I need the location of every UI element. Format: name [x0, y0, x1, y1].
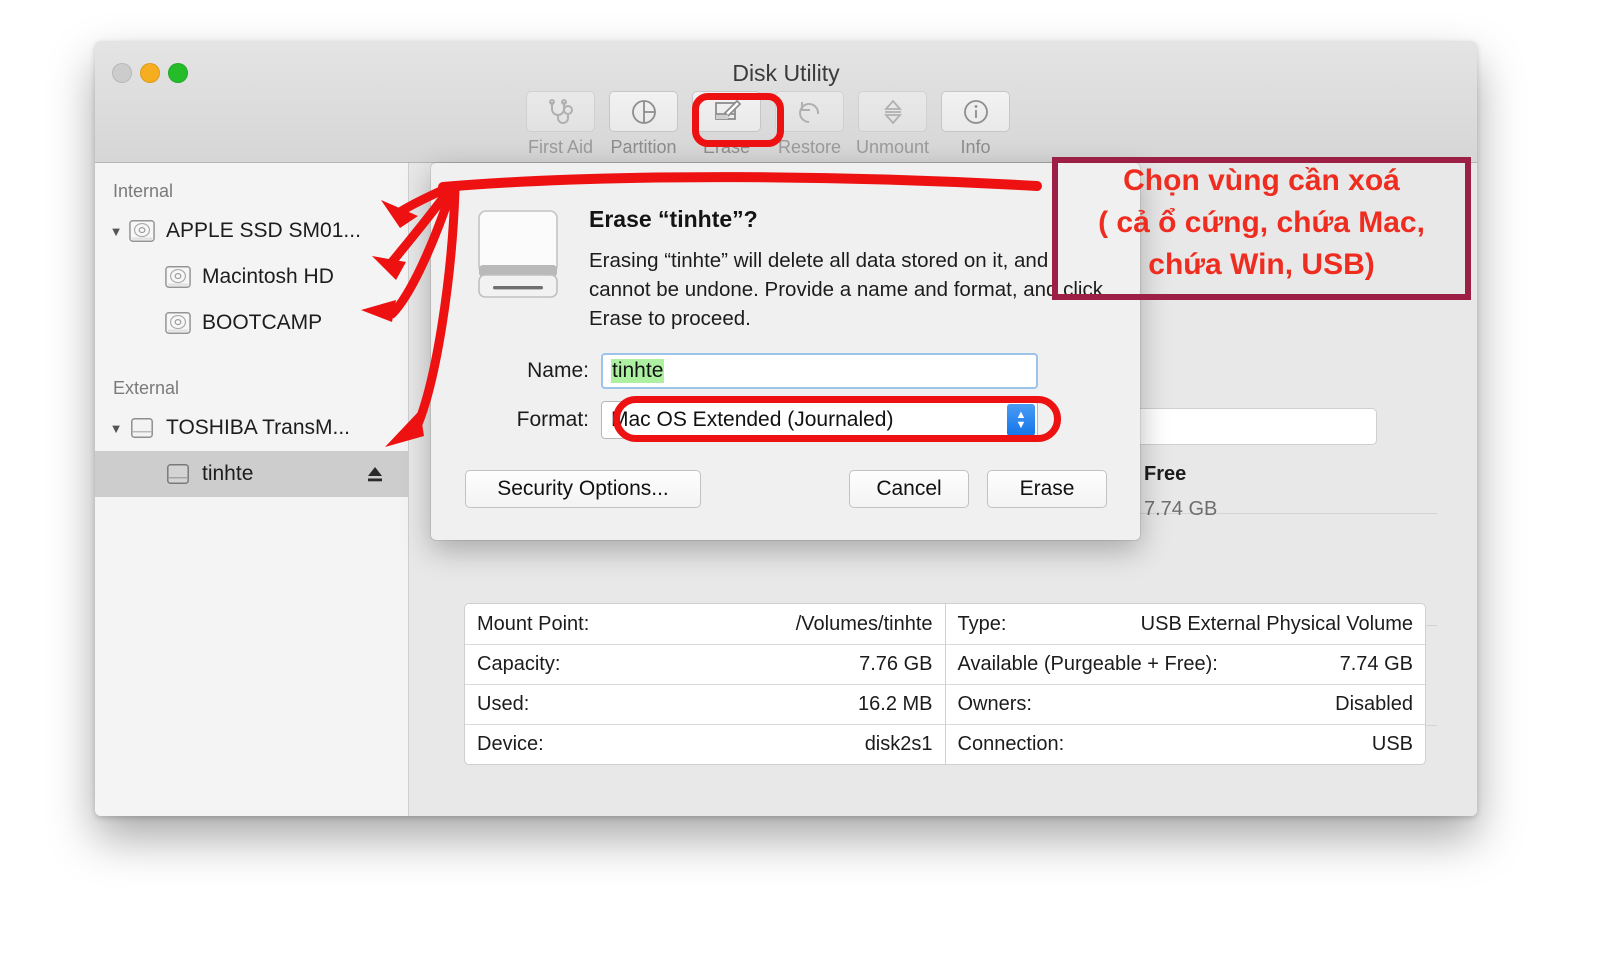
eject-icon[interactable] [364, 464, 386, 484]
external-disk-icon [131, 417, 153, 439]
format-highlight-ring [613, 396, 1061, 442]
erase-tool-highlight-ring [692, 93, 784, 147]
info-row-connection: Connection: USB [945, 724, 1425, 764]
erase-confirm-button[interactable]: Erase [987, 470, 1107, 508]
info-label: Device: [477, 733, 544, 755]
info-label: Mount Point: [477, 612, 590, 635]
unmount-label: Unmount [855, 137, 930, 157]
sidebar-group-external: External [113, 378, 180, 398]
sidebar-item-toshiba[interactable]: ▼ TOSHIBA TransM... [95, 405, 408, 451]
eject-updown-icon [883, 99, 902, 124]
internal-disk-icon [165, 312, 191, 334]
disclosure-triangle-icon[interactable]: ▼ [105, 421, 127, 436]
name-input-value: tinhte [611, 359, 665, 383]
sidebar-item-label: tinhte [202, 462, 254, 485]
info-label: Info [960, 137, 991, 157]
external-disk-icon [167, 463, 189, 485]
info-value: Disabled [1335, 693, 1413, 715]
window-title: Disk Utility [732, 60, 840, 86]
info-label: Connection: [957, 733, 1065, 755]
first-aid-button[interactable] [526, 91, 595, 132]
info-row-owners: Owners: Disabled [945, 684, 1425, 724]
info-value: USB External Physical Volume [1140, 612, 1413, 635]
dialog-body-text: Erasing “tinhte” will delete all data st… [589, 249, 1103, 330]
toolbar-unmount[interactable]: Unmount [854, 91, 931, 158]
info-label: Type: [957, 612, 1007, 635]
info-label: Capacity: [477, 653, 561, 675]
info-circle-icon [963, 99, 988, 124]
free-legend-label: Free [1144, 463, 1187, 485]
sidebar-item-label: BOOTCAMP [202, 311, 323, 334]
info-value: USB [1371, 733, 1413, 755]
info-row-type: Type: USB External Physical Volume [946, 604, 1426, 644]
toolbar-partition[interactable]: Partition [605, 91, 682, 158]
info-label: Used: [477, 693, 530, 715]
toolbar-info[interactable]: Info [937, 91, 1014, 158]
toolbar-first-aid[interactable]: First Aid [522, 91, 599, 158]
name-label: Name: [527, 359, 589, 382]
info-value: disk2s1 [864, 733, 933, 755]
cancel-button[interactable]: Cancel [849, 470, 969, 508]
info-button[interactable] [941, 91, 1010, 132]
sidebar-item-label: Macintosh HD [202, 265, 334, 288]
info-row-available: Available (Purgeable + Free): 7.74 GB [945, 644, 1425, 684]
partition-button[interactable] [609, 91, 678, 132]
info-column-left: Mount Point: /Volumes/tinhte Capacity: 7… [465, 604, 946, 764]
disclosure-triangle-icon[interactable]: ▼ [105, 224, 127, 239]
info-row-used: Used: 16.2 MB [465, 684, 945, 724]
info-row-mount-point: Mount Point: /Volumes/tinhte [465, 604, 945, 644]
internal-disk-icon [165, 266, 191, 288]
info-label: Owners: [957, 693, 1032, 715]
erase-dialog: Erase “tinhte”? Erasing “tinhte” will de… [431, 163, 1140, 540]
unmount-button[interactable] [858, 91, 927, 132]
volume-info-table: Mount Point: /Volumes/tinhte Capacity: 7… [464, 603, 1426, 765]
device-sidebar: Internal ▼ APPLE SSD SM01... Macintosh H… [95, 163, 409, 816]
dialog-heading: Erase “tinhte”? [589, 206, 758, 232]
sidebar-item-macintosh-hd[interactable]: Macintosh HD [95, 254, 408, 300]
sidebar-item-label: APPLE SSD SM01... [166, 219, 361, 242]
restore-button[interactable] [775, 91, 844, 132]
annotation-box [1052, 157, 1471, 300]
window-titlebar: Disk Utility First Aid Partition Erase R… [95, 41, 1477, 163]
stethoscope-icon [548, 98, 573, 124]
info-value: 7.74 GB [1339, 653, 1413, 675]
screenshot-root: Disk Utility First Aid Partition Erase R… [0, 0, 1600, 970]
security-options-button[interactable]: Security Options... [465, 470, 701, 508]
partition-label: Partition [610, 137, 677, 157]
format-label: Format: [516, 408, 589, 431]
info-row-capacity: Capacity: 7.76 GB [465, 644, 945, 684]
info-label: Available (Purgeable + Free): [957, 653, 1218, 675]
undo-arrow-icon [798, 101, 819, 123]
info-column-right: Type: USB External Physical Volume Avail… [945, 604, 1426, 764]
restore-label: Restore [777, 137, 842, 157]
name-field-row: Name: tinhte [467, 353, 1038, 389]
sidebar-item-apple-ssd[interactable]: ▼ APPLE SSD SM01... [95, 208, 408, 254]
sidebar-item-label: TOSHIBA TransM... [166, 416, 350, 439]
pie-chart-icon [631, 99, 656, 124]
sidebar-group-internal: Internal [113, 181, 174, 201]
info-value: /Volumes/tinhte [795, 612, 933, 635]
info-value: 7.76 GB [859, 653, 933, 675]
first-aid-label: First Aid [527, 137, 593, 157]
info-row-device: Device: disk2s1 [465, 724, 945, 764]
name-input[interactable]: tinhte [601, 353, 1038, 389]
internal-disk-icon [129, 220, 155, 242]
sidebar-item-bootcamp[interactable]: BOOTCAMP [95, 300, 408, 346]
external-drive-icon [478, 210, 558, 298]
sidebar-item-tinhte[interactable]: tinhte [95, 451, 408, 497]
free-legend-value: 7.74 GB [1144, 498, 1218, 520]
info-value: 16.2 MB [858, 693, 933, 715]
